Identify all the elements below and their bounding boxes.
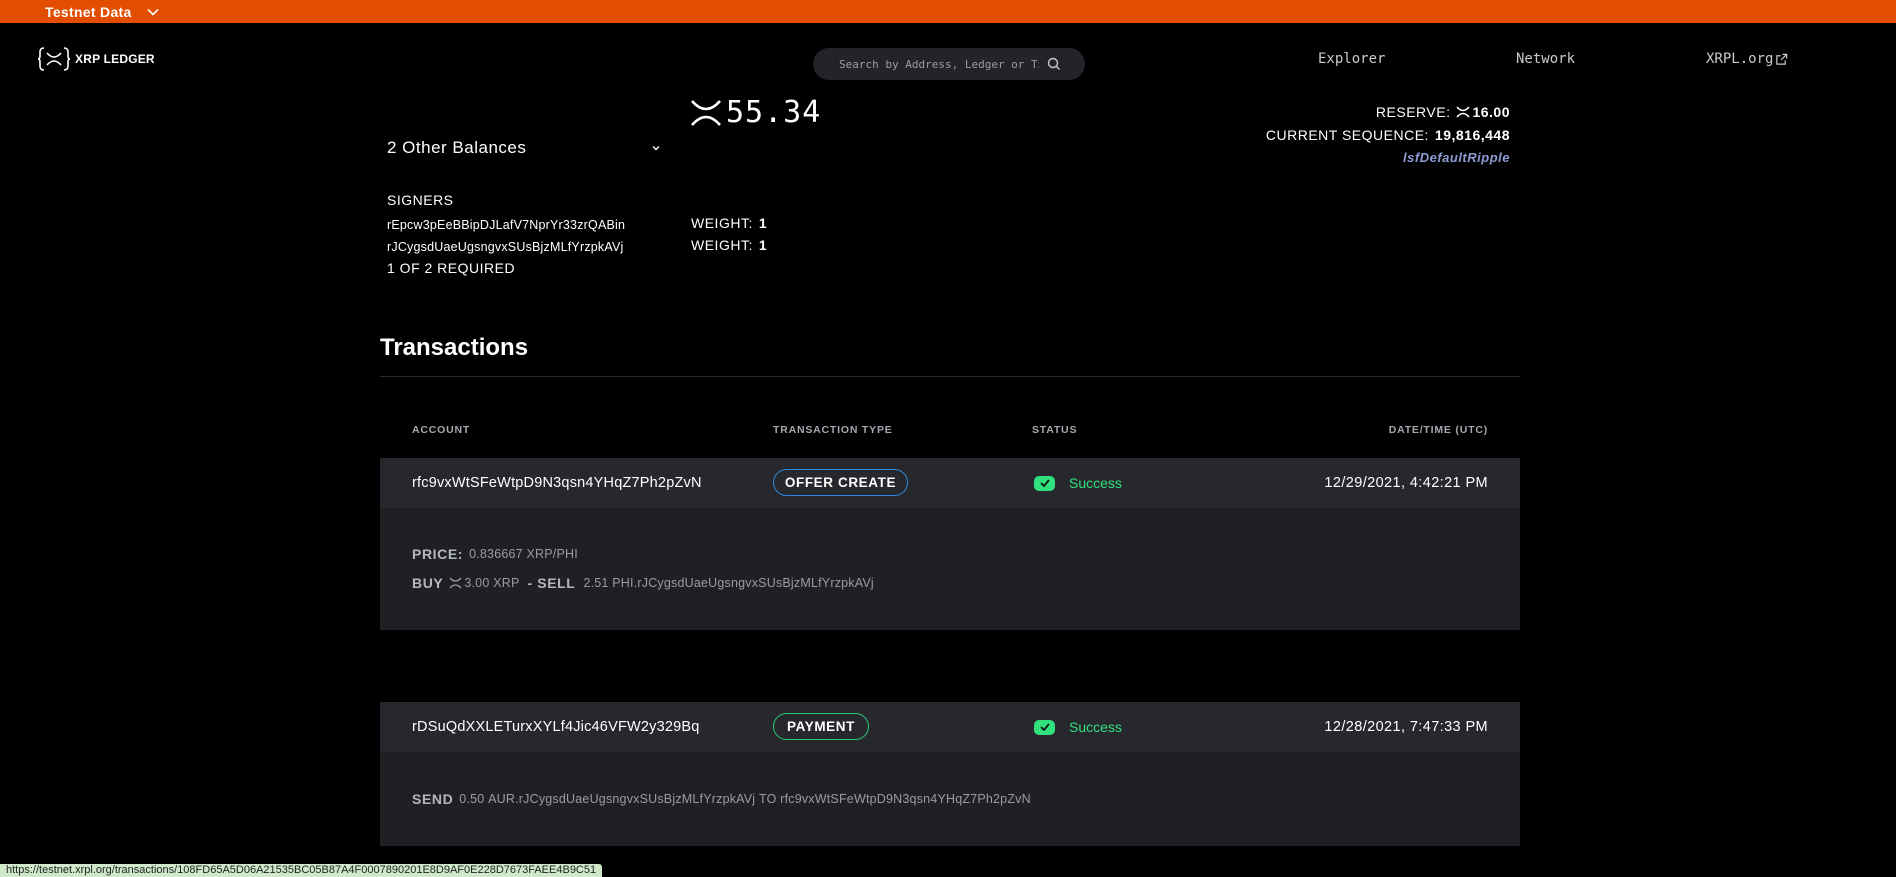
signer-address[interactable]: rJCygsdUaeUgsngvxSUsBjzMLfYrzpkAVj — [387, 236, 625, 258]
price-value: 0.836667 — [469, 547, 523, 561]
link-preview-statusbar: https://testnet.xrpl.org/transactions/10… — [0, 864, 603, 877]
transactions-heading: Transactions — [380, 334, 529, 361]
tx-status: Success — [1034, 475, 1122, 491]
transaction-row[interactable]: rfc9vxWtSFeWtpD9N3qsn4YHqZ7Ph2pZvN OFFER… — [380, 458, 1520, 630]
nav-xrpl-org[interactable]: XRPL.org — [1706, 51, 1788, 67]
signer-weight: WEIGHT: 1 — [691, 212, 767, 234]
column-header-date: DATE/TIME (UTC) — [1388, 424, 1488, 436]
network-label: Testnet Data — [45, 3, 132, 20]
search-icon[interactable] — [1047, 57, 1061, 71]
sell-unit[interactable]: PHI.rJCygsdUaeUgsngvxSUsBjzMLfYrzpkAVj — [612, 576, 874, 590]
balance-amount: 55.34 — [726, 95, 822, 130]
flag-row: lsfDefaultRipple — [1266, 146, 1510, 169]
tx-type-badge: OFFER CREATE — [773, 469, 908, 496]
external-link-icon — [1776, 53, 1788, 65]
send-value: 0.50 — [459, 792, 485, 806]
buy-label: BUY — [412, 575, 444, 591]
column-header-account: ACCOUNT — [412, 424, 471, 436]
buy-value: 3.00 — [464, 576, 490, 590]
chevron-down-icon — [652, 146, 660, 151]
site-header: XRP LEDGER Explorer Network XRPL.org — [0, 23, 1896, 98]
column-header-type: TRANSACTION TYPE — [773, 424, 893, 436]
send-label: SEND — [412, 791, 454, 807]
chevron-down-icon — [147, 8, 159, 16]
weight-value: 1 — [758, 237, 768, 253]
signer-weights: WEIGHT: 1 WEIGHT: 1 — [691, 212, 767, 256]
tx-send-line: SEND 0.50 AUR.rJCygsdUaeUgsngvxSUsBjzMLf… — [412, 791, 1031, 807]
price-unit: XRP/PHI — [526, 547, 578, 561]
tx-account[interactable]: rDSuQdXXLETurxXYLf4Jic46VFW2y329Bq — [412, 719, 700, 735]
tx-status-label: Success — [1069, 475, 1122, 491]
signer-weight: WEIGHT: 1 — [691, 234, 767, 256]
divider — [380, 376, 1520, 377]
reserve-label: RESERVE: — [1375, 103, 1451, 120]
tx-trade-line: BUY 3.00 XRP - SELL 2.51 PHI.rJCygsdUaeU… — [412, 575, 874, 591]
tx-account[interactable]: rfc9vxWtSFeWtpD9N3qsn4YHqZ7Ph2pZvN — [412, 475, 702, 491]
nav-explorer[interactable]: Explorer — [1318, 51, 1385, 67]
weight-label: WEIGHT: — [691, 215, 753, 231]
account-meta: RESERVE: 16.00 CURRENT SEQUENCE: 19,816,… — [1266, 100, 1510, 169]
success-check-icon — [1034, 719, 1055, 735]
column-header-status: STATUS — [1032, 424, 1078, 436]
sequence-label: CURRENT SEQUENCE: — [1265, 126, 1429, 143]
xrp-icon — [449, 577, 462, 589]
reserve-value: 16.00 — [1456, 104, 1510, 120]
network-banner[interactable]: Testnet Data — [0, 0, 1896, 23]
account-flag: lsfDefaultRipple — [1403, 150, 1510, 165]
tx-price-line: PRICE: 0.836667 XRP/PHI — [412, 546, 578, 562]
xrp-balance: 55.34 — [690, 95, 821, 130]
nav-network[interactable]: Network — [1516, 51, 1575, 67]
signer-address[interactable]: rEpcw3pEeBBipDJLafV7NprYr33zrQABin — [387, 214, 625, 236]
reserve-row: RESERVE: 16.00 — [1266, 100, 1510, 123]
tx-type-badge: PAYMENT — [773, 713, 869, 740]
transaction-summary[interactable]: rDSuQdXXLETurxXYLf4Jic46VFW2y329Bq PAYME… — [380, 702, 1520, 752]
other-balances-label: 2 Other Balances — [387, 138, 527, 157]
tx-date: 12/28/2021, 7:47:33 PM — [1324, 719, 1488, 735]
signers-list: SIGNERS rEpcw3pEeBBipDJLafV7NprYr33zrQAB… — [387, 192, 625, 276]
sell-label: - SELL — [527, 575, 576, 591]
xrp-icon — [1456, 105, 1471, 118]
xrp-icon — [691, 99, 721, 126]
send-unit[interactable]: AUR.rJCygsdUaeUgsngvxSUsBjzMLfYrzpkAVj — [488, 792, 755, 806]
tx-status: Success — [1034, 719, 1122, 735]
reserve-amount: 16.00 — [1472, 103, 1510, 120]
success-check-icon — [1034, 475, 1055, 491]
transaction-row[interactable]: rDSuQdXXLETurxXYLf4Jic46VFW2y329Bq PAYME… — [380, 702, 1520, 846]
xrp-ledger-logo[interactable]: XRP LEDGER — [37, 45, 155, 73]
sequence-row: CURRENT SEQUENCE: 19,816,448 — [1266, 123, 1510, 146]
signers-title: SIGNERS — [387, 192, 454, 208]
signer-quorum: 1 OF 2 REQUIRED — [387, 260, 516, 276]
xrp-logo-icon — [37, 47, 71, 71]
to-label: TO — [758, 792, 777, 806]
sell-value: 2.51 — [583, 576, 609, 590]
to-address[interactable]: rfc9vxWtSFeWtpD9N3qsn4YHqZ7Ph2pZvN — [780, 792, 1031, 806]
weight-label: WEIGHT: — [691, 237, 753, 253]
transaction-summary[interactable]: rfc9vxWtSFeWtpD9N3qsn4YHqZ7Ph2pZvN OFFER… — [380, 458, 1520, 508]
tx-status-label: Success — [1069, 719, 1122, 735]
search-bar[interactable] — [813, 48, 1085, 80]
sequence-value: 19,816,448 — [1434, 126, 1510, 143]
other-balances-dropdown[interactable]: 2 Other Balances — [387, 138, 662, 158]
buy-unit: XRP — [493, 576, 520, 590]
search-input[interactable] — [839, 57, 1039, 71]
logo-text: XRP LEDGER — [75, 52, 155, 66]
weight-value: 1 — [758, 215, 768, 231]
nav-xrpl-org-label: XRPL.org — [1706, 51, 1774, 67]
price-label: PRICE: — [412, 546, 464, 562]
tx-date: 12/29/2021, 4:42:21 PM — [1324, 475, 1488, 491]
